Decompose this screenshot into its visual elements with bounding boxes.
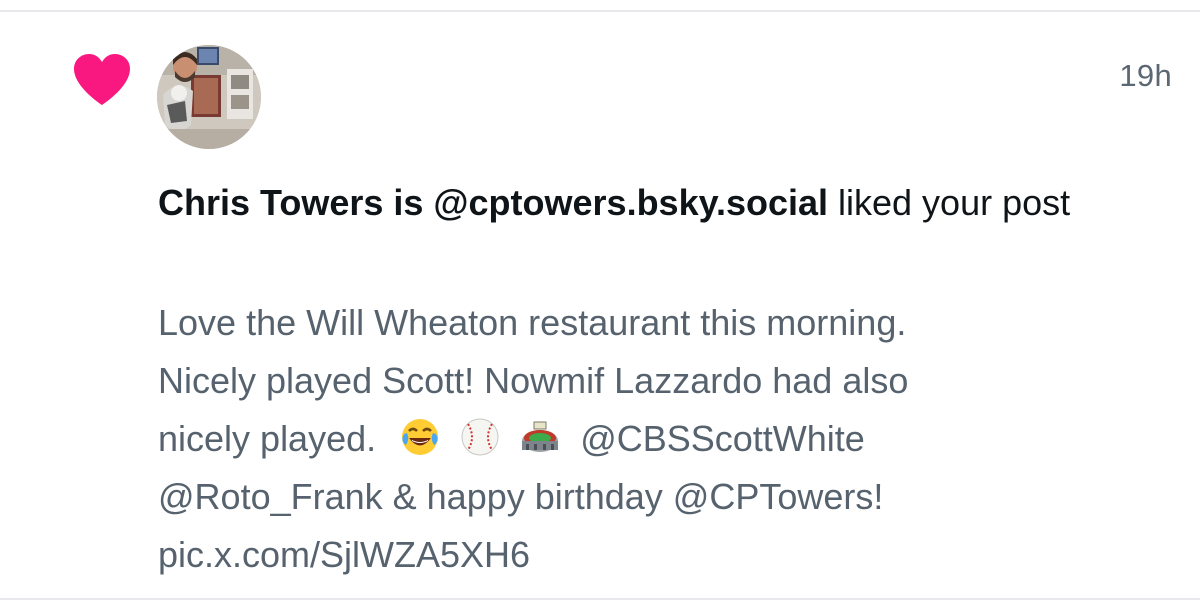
mention-link[interactable]: @CBSScottWhite xyxy=(580,418,865,459)
post-line: Love the Will Wheaton restaurant this mo… xyxy=(158,302,907,343)
top-divider xyxy=(0,10,1200,12)
like-notification-card[interactable]: 19h Chris Towers is @cptowers.bsky.socia… xyxy=(0,0,1200,608)
face-with-tears-of-joy-icon xyxy=(400,417,440,457)
timestamp[interactable]: 19h xyxy=(1119,58,1172,94)
action-text: liked your post xyxy=(828,182,1071,223)
post-line: @Roto_Frank & happy birthday @CPTowers! xyxy=(158,476,884,517)
post-line: Nicely played Scott! Nowmif Lazzardo had… xyxy=(158,360,909,401)
actor-name-link[interactable]: Chris Towers is @cptowers.bsky.social xyxy=(158,182,828,223)
bottom-divider xyxy=(0,598,1200,600)
post-preview[interactable]: Love the Will Wheaton restaurant this mo… xyxy=(158,294,1178,584)
heart-icon xyxy=(72,53,132,107)
user-avatar[interactable] xyxy=(157,45,261,149)
post-text-segment: nicely played. xyxy=(158,418,377,459)
baseball-icon xyxy=(460,417,500,457)
post-line-with-emojis: nicely played. @CBSScottWhite xyxy=(158,410,1178,468)
post-link[interactable]: pic.x.com/SjlWZA5XH6 xyxy=(158,526,1178,584)
notification-headline: Chris Towers is @cptowers.bsky.social li… xyxy=(158,174,1178,232)
stadium-icon xyxy=(520,417,560,457)
